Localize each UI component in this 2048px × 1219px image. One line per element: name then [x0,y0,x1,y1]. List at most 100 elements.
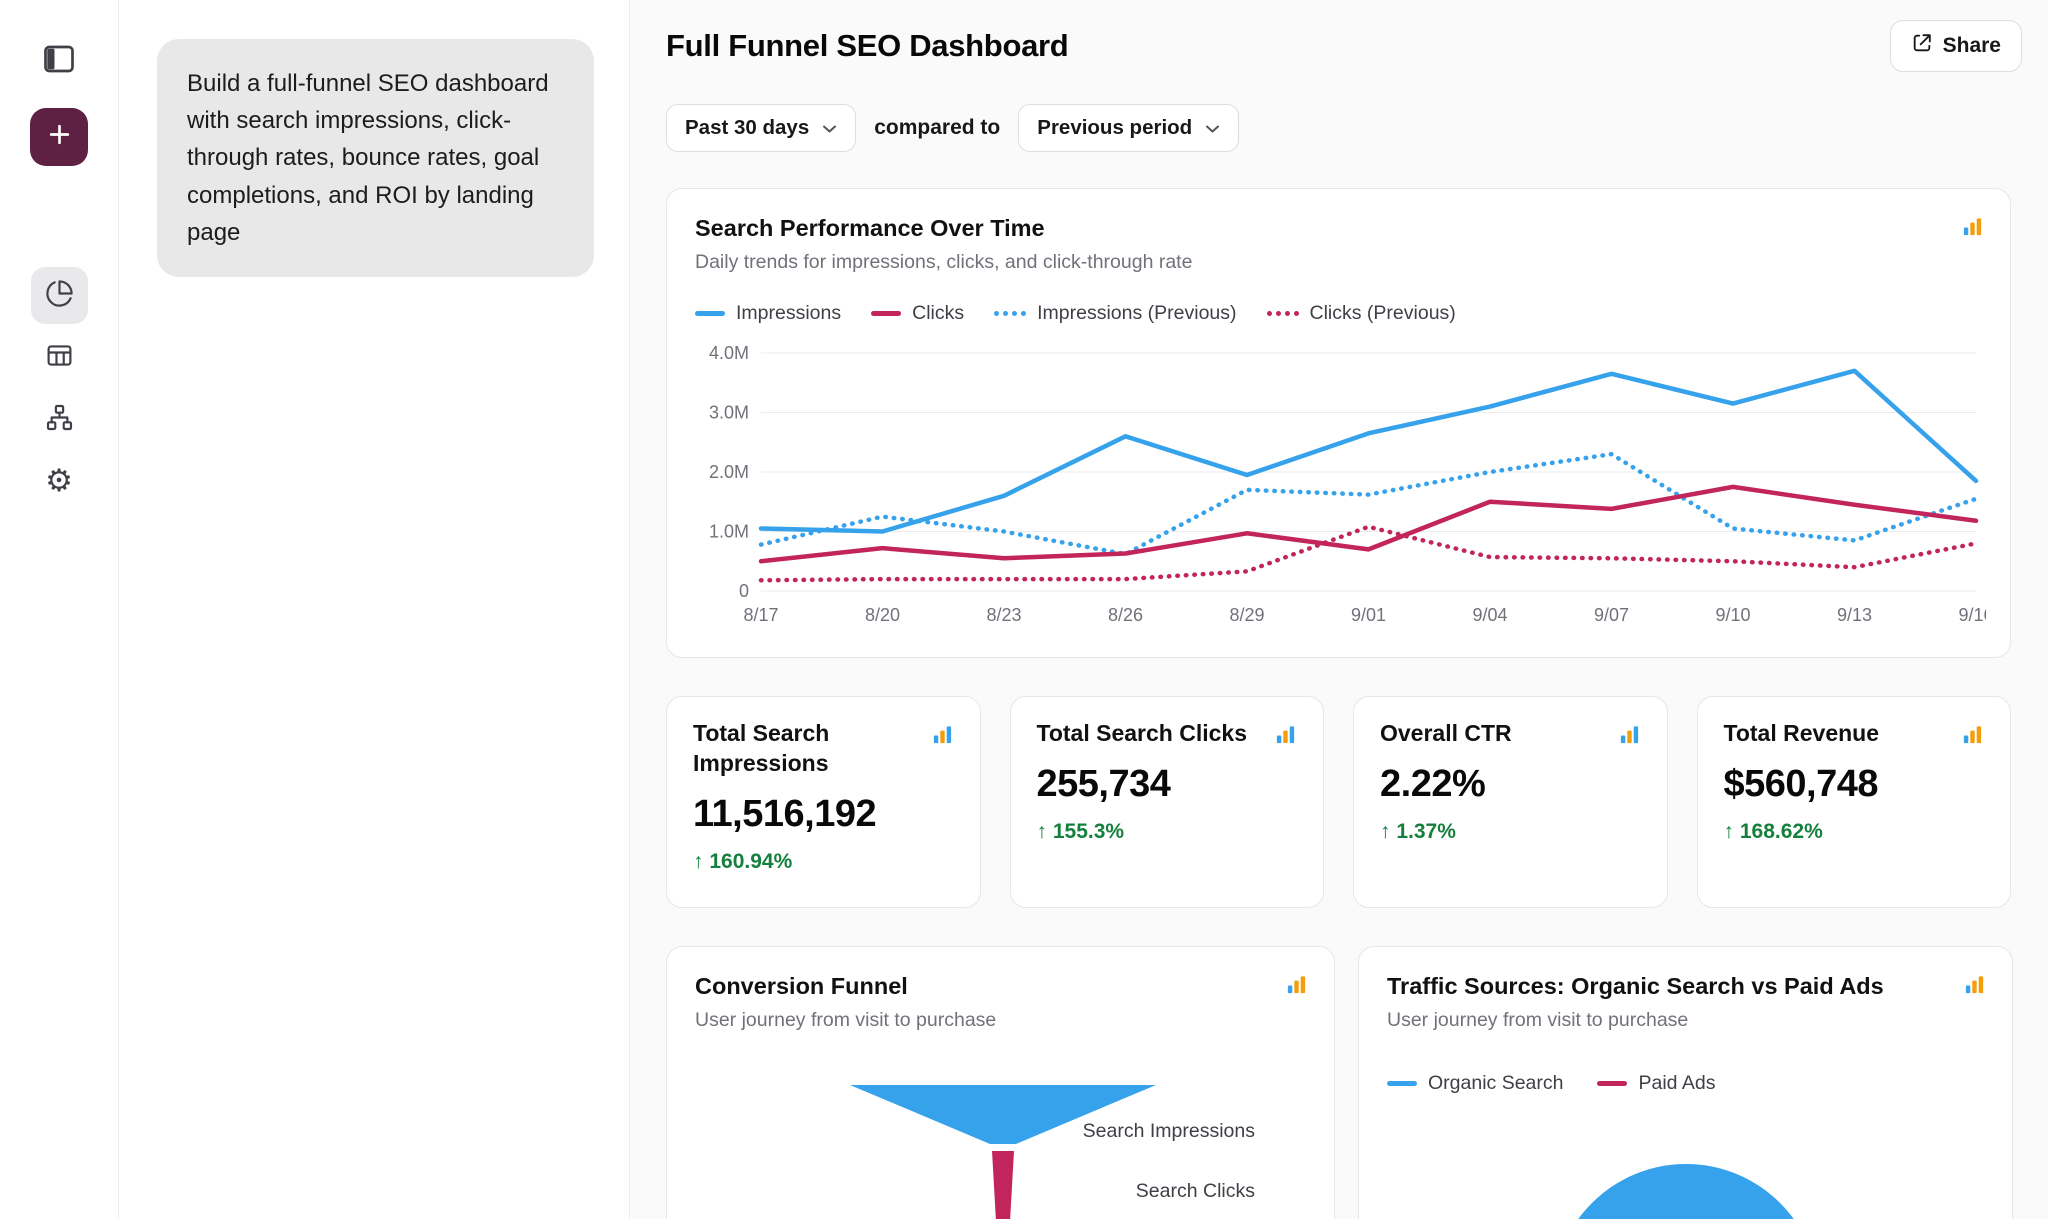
legend-label: Paid Ads [1638,1072,1715,1095]
stat-value: 2.22% [1380,763,1641,806]
legend-label: Clicks [912,302,964,325]
card-subtitle: User journey from visit to purchase [695,1009,1306,1032]
stat-change: ↑ 155.3% [1037,820,1298,844]
svg-text:2.0M: 2.0M [709,462,749,482]
share-button[interactable]: Share [1890,20,2022,72]
svg-text:1.0M: 1.0M [709,522,749,542]
legend-swatch [1597,1081,1627,1086]
comparison-select[interactable]: Previous period [1018,104,1239,152]
icon-rail: ⚙ [0,0,119,1219]
svg-text:9/16: 9/16 [1958,605,1986,625]
stat-value: 255,734 [1037,763,1298,806]
mini-chart-icon[interactable] [1961,215,1984,243]
svg-text:3.0M: 3.0M [709,403,749,423]
date-range-select[interactable]: Past 30 days [666,104,856,152]
legend-swatch [1387,1081,1417,1086]
stat-value: $560,748 [1724,763,1985,806]
card-subtitle: User journey from visit to purchase [1387,1009,1984,1032]
nav-charts[interactable] [31,267,88,324]
conversion-funnel-card: Conversion Funnel User journey from visi… [666,946,1335,1219]
new-dashboard-button[interactable] [30,108,88,166]
chevron-down-icon [1205,116,1220,140]
svg-text:4.0M: 4.0M [709,343,749,363]
stat-card-row: Total Search Impressions 11,516,192 ↑ 16… [666,696,2011,908]
svg-text:8/20: 8/20 [865,605,900,625]
share-icon [1911,32,1933,60]
svg-text:8/17: 8/17 [743,605,778,625]
legend-label: Clicks (Previous) [1310,302,1456,325]
legend-label: Impressions (Previous) [1037,302,1236,325]
mini-chart-icon[interactable] [1963,973,1986,1001]
legend-swatch [695,311,725,316]
legend-item-impressions-previous[interactable]: Impressions (Previous) [994,302,1236,325]
legend-label: Impressions [736,302,841,325]
legend-item-paid-ads[interactable]: Paid Ads [1597,1072,1715,1095]
card-subtitle: Daily trends for impressions, clicks, an… [695,251,1982,274]
nav-settings[interactable]: ⚙ [31,453,88,510]
dashboard-canvas: Search Performance Over Time Daily trend… [666,188,2011,1219]
date-range-value: Past 30 days [685,116,809,140]
legend-item-organic-search[interactable]: Organic Search [1387,1072,1563,1095]
legend-item-impressions[interactable]: Impressions [695,302,841,325]
funnel-stage-clicks [992,1151,1014,1219]
legend-swatch [994,311,1026,316]
svg-text:9/10: 9/10 [1715,605,1750,625]
pie-chart-icon [45,279,74,313]
line-chart: 01.0M2.0M3.0M4.0M8/178/208/238/268/299/0… [695,339,1986,631]
funnel-label-clicks: Search Clicks [1136,1180,1255,1202]
prompt-panel: Build a full-funnel SEO dashboard with s… [119,0,630,1219]
stat-label: Overall CTR [1380,719,1641,749]
stat-card-ctr: Overall CTR 2.22% ↑ 1.37% [1353,696,1668,908]
stat-change: ↑ 168.62% [1724,820,1985,844]
funnel-chart: Search Impressions Search Clicks [695,1052,1308,1219]
bottom-card-row: Conversion Funnel User journey from visi… [666,946,2011,1219]
pie-chart [1387,1111,1984,1219]
rail-nav: ⚙ [31,267,88,510]
compared-to-label: compared to [874,116,1000,140]
legend-label: Organic Search [1428,1072,1563,1095]
nav-tables[interactable] [31,329,88,386]
stat-change: ↑ 1.37% [1380,820,1641,844]
legend-item-clicks[interactable]: Clicks [871,302,964,325]
table-icon [45,341,74,375]
card-title: Conversion Funnel [695,973,1306,1000]
filter-bar: Past 30 days compared to Previous period [666,104,2048,152]
mini-chart-icon[interactable] [1285,973,1308,1001]
card-title: Traffic Sources: Organic Search vs Paid … [1387,973,1984,1000]
stat-label: Total Search Clicks [1037,719,1298,749]
plus-icon [46,121,73,153]
stat-label: Total Search Impressions [693,719,954,779]
nav-flow[interactable] [31,391,88,448]
svg-text:9/07: 9/07 [1594,605,1629,625]
pie-slice-organic [1553,1164,1819,1219]
panel-left-icon [41,41,77,82]
funnel-label-impressions: Search Impressions [1083,1120,1256,1142]
svg-text:8/29: 8/29 [1229,605,1264,625]
card-title: Search Performance Over Time [695,215,1982,242]
legend-swatch [871,311,901,316]
mini-chart-icon[interactable] [1618,723,1641,751]
share-label: Share [1943,34,2001,58]
traffic-sources-card: Traffic Sources: Organic Search vs Paid … [1358,946,2013,1219]
search-performance-card: Search Performance Over Time Daily trend… [666,188,2011,658]
stat-card-clicks: Total Search Clicks 255,734 ↑ 155.3% [1010,696,1325,908]
sidebar-toggle-button[interactable] [31,40,88,82]
stat-change: ↑ 160.94% [693,850,954,874]
mini-chart-icon[interactable] [1274,723,1297,751]
chevron-down-icon [822,116,837,140]
stat-value: 11,516,192 [693,793,954,836]
main-area: Full Funnel SEO Dashboard Share Past 30 … [630,0,2048,1219]
legend-swatch [1267,311,1299,316]
chart-legend: Impressions Clicks Impressions (Previous… [695,302,1982,325]
legend-item-clicks-previous[interactable]: Clicks (Previous) [1267,302,1456,325]
stat-label: Total Revenue [1724,719,1985,749]
gear-icon: ⚙ [45,466,73,497]
svg-text:8/26: 8/26 [1108,605,1143,625]
svg-text:9/04: 9/04 [1472,605,1507,625]
mini-chart-icon[interactable] [1961,723,1984,751]
sitemap-icon [45,403,74,437]
svg-text:0: 0 [739,581,749,601]
pie-legend: Organic Search Paid Ads [1387,1072,1984,1095]
mini-chart-icon[interactable] [931,723,954,751]
stat-card-impressions: Total Search Impressions 11,516,192 ↑ 16… [666,696,981,908]
